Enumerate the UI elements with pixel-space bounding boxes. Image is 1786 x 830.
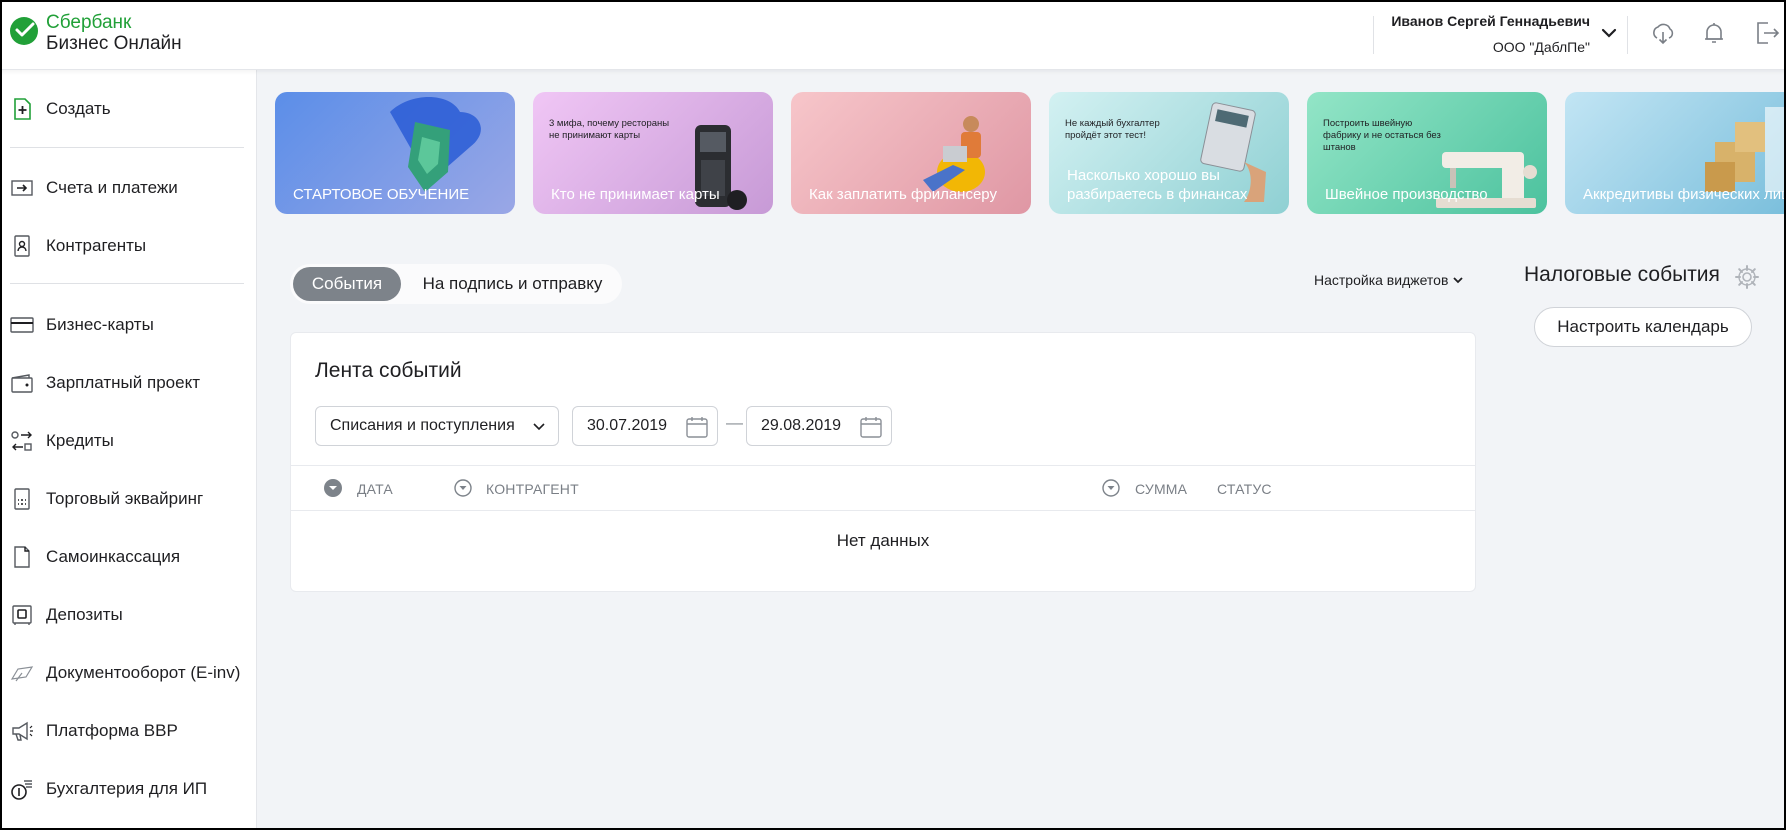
user-menu[interactable]: Иванов Сергей Геннадьевич ООО "ДаблПе" [1391, 12, 1590, 56]
doc-flow-icon [10, 666, 34, 682]
sidebar: Создать Счета и платежи Контрагенты Бизн… [2, 70, 257, 828]
sidebar-item-create[interactable]: Создать [2, 91, 257, 127]
calendar-icon[interactable] [859, 415, 883, 439]
column-contractor[interactable]: КОНТРАГЕНТ [486, 481, 579, 497]
logout-icon[interactable] [1754, 20, 1780, 46]
banner-title: Швейное производство [1325, 186, 1488, 203]
chevron-down-icon [533, 423, 545, 431]
document-icon [14, 546, 30, 568]
sidebar-item-label: Торговый эквайринг [46, 489, 204, 508]
banner-subtitle: 3 мифа, почему рестораны не принимают ка… [549, 118, 670, 141]
exchange-icon [11, 431, 32, 451]
events-feed-card: Лента событий Списания и поступления 30.… [290, 332, 1476, 592]
sberbank-logo[interactable]: Сбербанк Бизнес Онлайн [8, 12, 182, 54]
widget-settings-button[interactable]: Настройка виджетов [1314, 272, 1464, 288]
banner-title: Насколько хорошо вы разбираетесь в финан… [1067, 167, 1248, 203]
calendar-icon[interactable] [685, 415, 709, 439]
sidebar-item-business-cards[interactable]: Бизнес-карты [2, 307, 257, 343]
sidebar-divider [10, 283, 244, 284]
sidebar-item-label: Платформа ВВР [46, 721, 178, 740]
sidebar-item-contractors[interactable]: Контрагенты [2, 228, 257, 264]
chevron-down-icon [1453, 277, 1464, 284]
operation-type-value: Списания и поступления [330, 417, 515, 434]
sidebar-item-acquiring[interactable]: Торговый эквайринг [2, 481, 257, 517]
pos-terminal-icon [14, 488, 30, 510]
header-divider [1373, 16, 1374, 54]
sidebar-item-label: Бухгалтерия для ИП [46, 779, 208, 798]
date-to-field[interactable]: 29.08.2019 [746, 406, 892, 446]
configure-calendar-button[interactable]: Настроить календарь [1534, 307, 1752, 347]
organization-name: ООО "ДаблПе" [1492, 39, 1590, 55]
sidebar-item-accounting[interactable]: Бухгалтерия для ИП [2, 771, 257, 807]
banner-letters-of-credit[interactable]: Аккредитивы физических лиц [1565, 92, 1786, 214]
sort-filled-icon[interactable] [323, 478, 343, 498]
contact-card-icon [14, 235, 30, 257]
sidebar-item-doc-flow[interactable]: Документооборот (E-inv) [2, 655, 257, 691]
tab-events[interactable]: События [293, 267, 401, 301]
column-status: СТАТУС [1217, 481, 1272, 497]
sidebar-item-self-collection[interactable]: Самоинкассация [2, 539, 257, 575]
sidebar-item-label: Документооборот (E-inv) [46, 663, 241, 682]
create-document-icon [14, 98, 31, 120]
coins-icon [11, 780, 32, 800]
download-icon[interactable] [1650, 20, 1676, 46]
date-to-value: 29.08.2019 [761, 417, 842, 434]
sidebar-item-label: Контрагенты [46, 236, 147, 255]
banner-startup-training[interactable]: СТАРТОВОЕ ОБУЧЕНИЕ [275, 92, 515, 214]
date-range-dash: — [726, 413, 743, 432]
events-tabs: События На подпись и отправку [290, 264, 622, 304]
header-divider [1627, 16, 1628, 54]
logo-line1: Сбербанк [46, 12, 132, 33]
sidebar-item-accounts[interactable]: Счета и платежи [2, 170, 257, 206]
sidebar-item-label: Кредиты [46, 431, 114, 450]
safe-icon [12, 605, 32, 625]
user-name: Иванов Сергей Геннадьевич [1391, 13, 1590, 29]
date-from-field[interactable]: 30.07.2019 [572, 406, 718, 446]
events-table-header: ДАТА КОНТРАГЕНТ СУММА СТАТУС [291, 465, 1475, 511]
banner-pay-freelancer[interactable]: Как заплатить фрилансеру [791, 92, 1031, 214]
wallet-icon [11, 374, 33, 393]
sidebar-divider [10, 147, 244, 148]
sidebar-item-credits[interactable]: Кредиты [2, 423, 257, 459]
megaphone-icon [12, 721, 33, 741]
events-feed-title: Лента событий [315, 359, 462, 382]
column-date[interactable]: ДАТА [357, 481, 393, 497]
banner-title: Аккредитивы физических лиц [1583, 186, 1786, 203]
banner-finance-test[interactable]: Не каждый бухгалтер пройдёт этот тест! Н… [1049, 92, 1289, 214]
banner-card-myths[interactable]: 3 мифа, почему рестораны не принимают ка… [533, 92, 773, 214]
top-header: Сбербанк Бизнес Онлайн Иванов Сергей Ген… [0, 0, 1786, 70]
empty-state-text: Нет данных [836, 531, 930, 550]
sort-icon[interactable] [1101, 478, 1121, 498]
column-amount[interactable]: СУММА [1135, 481, 1187, 497]
sber-logo-icon [10, 17, 38, 45]
arrow-in-box-icon [11, 180, 33, 196]
tab-to-sign[interactable]: На подпись и отправку [410, 267, 615, 301]
banner-title: СТАРТОВОЕ ОБУЧЕНИЕ [293, 186, 470, 203]
chevron-down-icon[interactable] [1600, 24, 1618, 42]
banner-title: Кто не принимает карты [551, 186, 720, 203]
banner-subtitle: Не каждый бухгалтер пройдёт этот тест! [1065, 118, 1160, 141]
banner-title: Как заплатить фрилансеру [809, 186, 997, 203]
sort-icon[interactable] [453, 478, 473, 498]
banner-sewing-production[interactable]: Построить швейную фабрику и не остаться … [1307, 92, 1547, 214]
tax-events-title: Налоговые события [1524, 263, 1720, 286]
bell-icon[interactable] [1701, 20, 1727, 46]
logo-line2: Бизнес Онлайн [46, 33, 182, 54]
card-icon [10, 317, 34, 333]
sidebar-item-label: Депозиты [46, 605, 123, 624]
widget-settings-label: Настройка виджетов [1314, 272, 1449, 288]
sidebar-item-label: Самоинкассация [46, 547, 181, 566]
sidebar-item-label: Создать [46, 99, 111, 118]
sidebar-item-deposits[interactable]: Депозиты [2, 597, 257, 633]
date-from-value: 30.07.2019 [587, 417, 668, 434]
gear-icon[interactable] [1734, 264, 1760, 290]
sidebar-item-vvr-platform[interactable]: Платформа ВВР [2, 713, 257, 749]
sidebar-item-label: Зарплатный проект [46, 373, 200, 392]
sidebar-item-label: Бизнес-карты [46, 315, 154, 334]
sidebar-item-salary[interactable]: Зарплатный проект [2, 365, 257, 401]
operation-type-select[interactable]: Списания и поступления [315, 406, 559, 446]
sidebar-item-label: Счета и платежи [46, 178, 178, 197]
